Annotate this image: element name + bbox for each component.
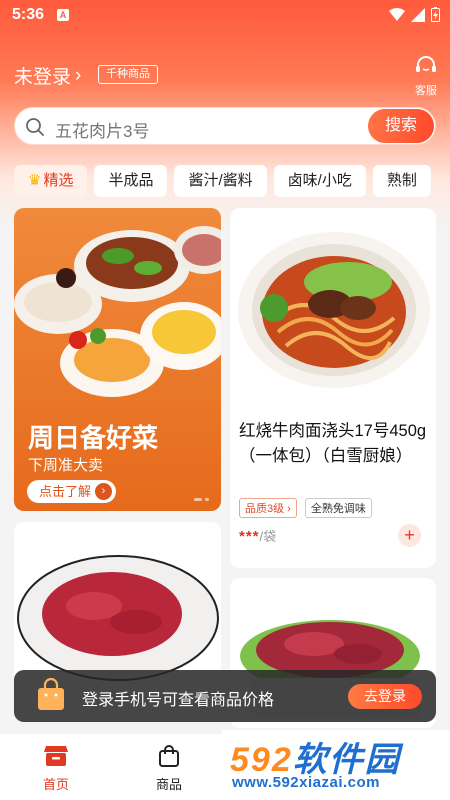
carousel-dot [194,498,202,501]
login-label: 未登录 [14,67,72,88]
search-input[interactable]: 五花肉片3号 [55,117,149,142]
promo-title: 周日备好菜 [28,423,159,453]
search-bar[interactable]: 五花肉片3号 搜索 [14,107,436,145]
price-unit: /袋 [259,529,277,544]
promo-subtitle: 下周准大卖 [28,457,104,474]
watermark-url: www.592xiazai.com [232,774,381,791]
customer-service-button[interactable]: 客服 [407,56,445,98]
home-store-icon [44,746,68,766]
status-icons [389,7,440,22]
shopping-bag-icon [38,678,64,710]
chevron-right-icon: › [95,483,113,500]
nav-products-label: 商品 [155,777,182,792]
tab-sauces[interactable]: 酱汁/酱料 [174,165,267,197]
promo-banner[interactable]: 周日备好菜 下周准大卖 点击了解 › [14,208,221,511]
product-image-noodles [238,232,430,388]
service-label: 客服 [415,85,437,97]
goods-count-badge: 千种商品 [98,65,158,84]
category-tabs: ♛ 精选 半成品 酱汁/酱料 卤味/小吃 熟制 [14,165,450,197]
nav-home-label: 首页 [42,777,69,792]
notification-icon: A [57,9,69,21]
go-login-button[interactable]: 去登录 [348,684,422,709]
product-price: ***/袋 [239,526,276,545]
tab-semi-finished[interactable]: 半成品 [94,165,168,197]
tab-cooked[interactable]: 熟制 [372,165,431,197]
promo-button-label: 点击了解 [39,484,92,499]
login-link[interactable]: 未登录 › [14,62,81,89]
price-masked: *** [239,528,260,545]
status-time: 5:36 [12,6,45,23]
crown-icon: ♛ [28,172,42,189]
search-button[interactable]: 搜索 [368,109,434,143]
add-to-cart-button[interactable]: + [398,524,421,547]
product-tags: 品质3级 › 全熟免调味 [239,498,372,518]
promo-food-image [14,226,221,397]
status-bar: 5:36 A [0,0,450,32]
tab-featured[interactable]: ♛ 精选 [14,165,88,197]
tab-braised-snacks[interactable]: 卤味/小吃 [273,165,366,197]
product-name: 红烧牛肉面浇头17号450g（一体包）（白雪厨娘） [239,422,427,465]
nav-home[interactable]: 首页 [26,744,86,793]
search-icon [26,118,44,136]
bag-icon [159,745,179,767]
login-prompt-text: 登录手机号可查看商品价格 [82,692,275,709]
quality-tag[interactable]: 品质3级 › [239,498,297,518]
product-tag: 全熟免调味 [304,498,372,518]
login-prompt-banner: 登录手机号可查看商品价格 去登录 [14,670,436,722]
headset-icon [416,56,436,72]
carousel-dot [205,498,209,501]
promo-learn-more-button[interactable]: 点击了解 › [27,480,117,503]
wifi-icon [389,7,405,21]
watermark-logo: 592软件园 www.592xiazai.com [222,730,450,800]
battery-icon [431,7,440,22]
carousel-indicator [194,498,209,501]
nav-products[interactable]: 商品 [139,744,199,793]
signal-icon [411,7,425,22]
product-card[interactable]: 红烧牛肉面浇头17号450g（一体包）（白雪厨娘） 品质3级 › 全熟免调味 *… [230,208,436,568]
chevron-right-icon: › [75,64,82,86]
